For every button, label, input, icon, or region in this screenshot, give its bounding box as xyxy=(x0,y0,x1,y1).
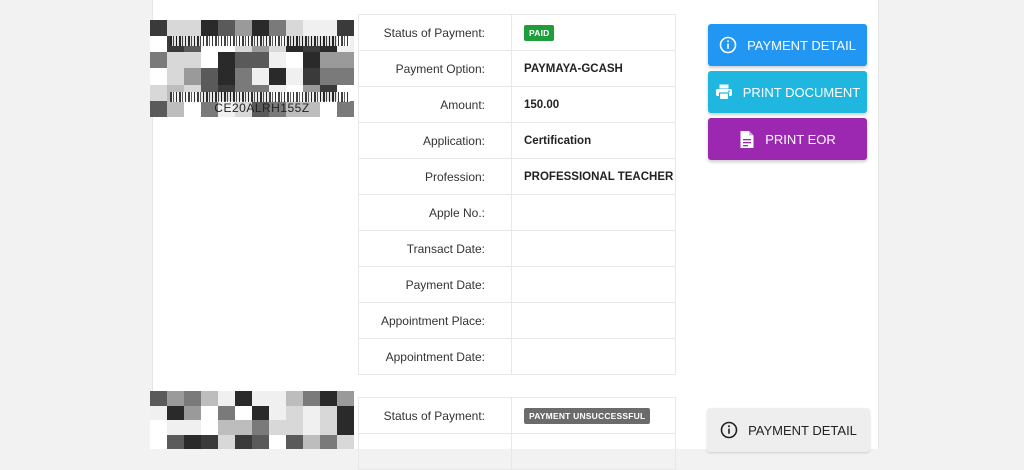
barcode-top xyxy=(170,36,350,46)
table-row: Payment Option: PAYMAYA-GCASH xyxy=(358,50,676,87)
print-eor-label: PRINT EOR xyxy=(765,131,836,147)
payment-option-value: PAYMAYA-GCASH xyxy=(511,50,676,87)
table-row xyxy=(358,433,676,470)
apple-no-value xyxy=(511,194,676,231)
amount-value: 150.00 xyxy=(511,86,676,123)
print-eor-button[interactable]: PRINT EOR xyxy=(708,118,867,160)
table-row: Apple No.: xyxy=(358,194,676,231)
status-badge: PAID xyxy=(524,24,555,41)
barcode-text: CE20ALRH155Z xyxy=(214,101,310,115)
table-row: Appointment Place: xyxy=(358,302,676,339)
transact-date-value xyxy=(511,230,676,267)
profession-label: Profession: xyxy=(358,158,512,195)
profession-value: PROFESSIONAL TEACHER xyxy=(511,158,676,195)
payment-detail-label: PAYMENT DETAIL xyxy=(747,37,856,53)
status-of-payment-label: Status of Payment: xyxy=(358,397,512,434)
amount-label: Amount: xyxy=(358,86,512,123)
application-value: Certification xyxy=(511,122,676,159)
table-row: Payment Date: xyxy=(358,266,676,303)
appointment-date-label: Appointment Date: xyxy=(358,338,512,375)
payment-date-value xyxy=(511,266,676,303)
payment-detail-label: PAYMENT DETAIL xyxy=(748,422,857,438)
table-row: Profession: PROFESSIONAL TEACHER xyxy=(358,158,676,195)
appointment-place-value xyxy=(511,302,676,339)
application-label: Application: xyxy=(358,122,512,159)
print-document-button[interactable]: PRINT DOCUMENT xyxy=(708,71,867,113)
payment-date-label: Payment Date: xyxy=(358,266,512,303)
transact-date-label: Transact Date: xyxy=(358,230,512,267)
payment-info-table: Status of Payment: PAYMENT UNSUCCESSFUL xyxy=(358,397,676,470)
info-icon xyxy=(720,421,738,439)
apple-no-label: Apple No.: xyxy=(358,194,512,231)
info-icon xyxy=(719,36,737,54)
table-row: Status of Payment: PAYMENT UNSUCCESSFUL xyxy=(358,397,676,434)
status-badge: PAYMENT UNSUCCESSFUL xyxy=(524,407,651,424)
appointment-date-value xyxy=(511,338,676,375)
document-icon xyxy=(740,130,754,148)
table-row: Appointment Date: xyxy=(358,338,676,375)
appointment-place-label: Appointment Place: xyxy=(358,302,512,339)
payment-detail-button[interactable]: PAYMENT DETAIL xyxy=(708,24,867,66)
qr-barcode-image xyxy=(150,391,354,449)
table-row: Amount: 150.00 xyxy=(358,86,676,123)
status-of-payment-label: Status of Payment: xyxy=(358,14,512,51)
print-document-label: PRINT DOCUMENT xyxy=(742,84,861,100)
payment-option-label: Payment Option: xyxy=(358,50,512,87)
printer-icon xyxy=(715,84,732,101)
table-row: Application: Certification xyxy=(358,122,676,159)
payment-detail-button[interactable]: PAYMENT DETAIL xyxy=(707,408,870,452)
table-row: Transact Date: xyxy=(358,230,676,267)
payment-info-table: Status of Payment: PAID Payment Option: … xyxy=(358,14,676,375)
table-row: Status of Payment: PAID xyxy=(358,14,676,51)
